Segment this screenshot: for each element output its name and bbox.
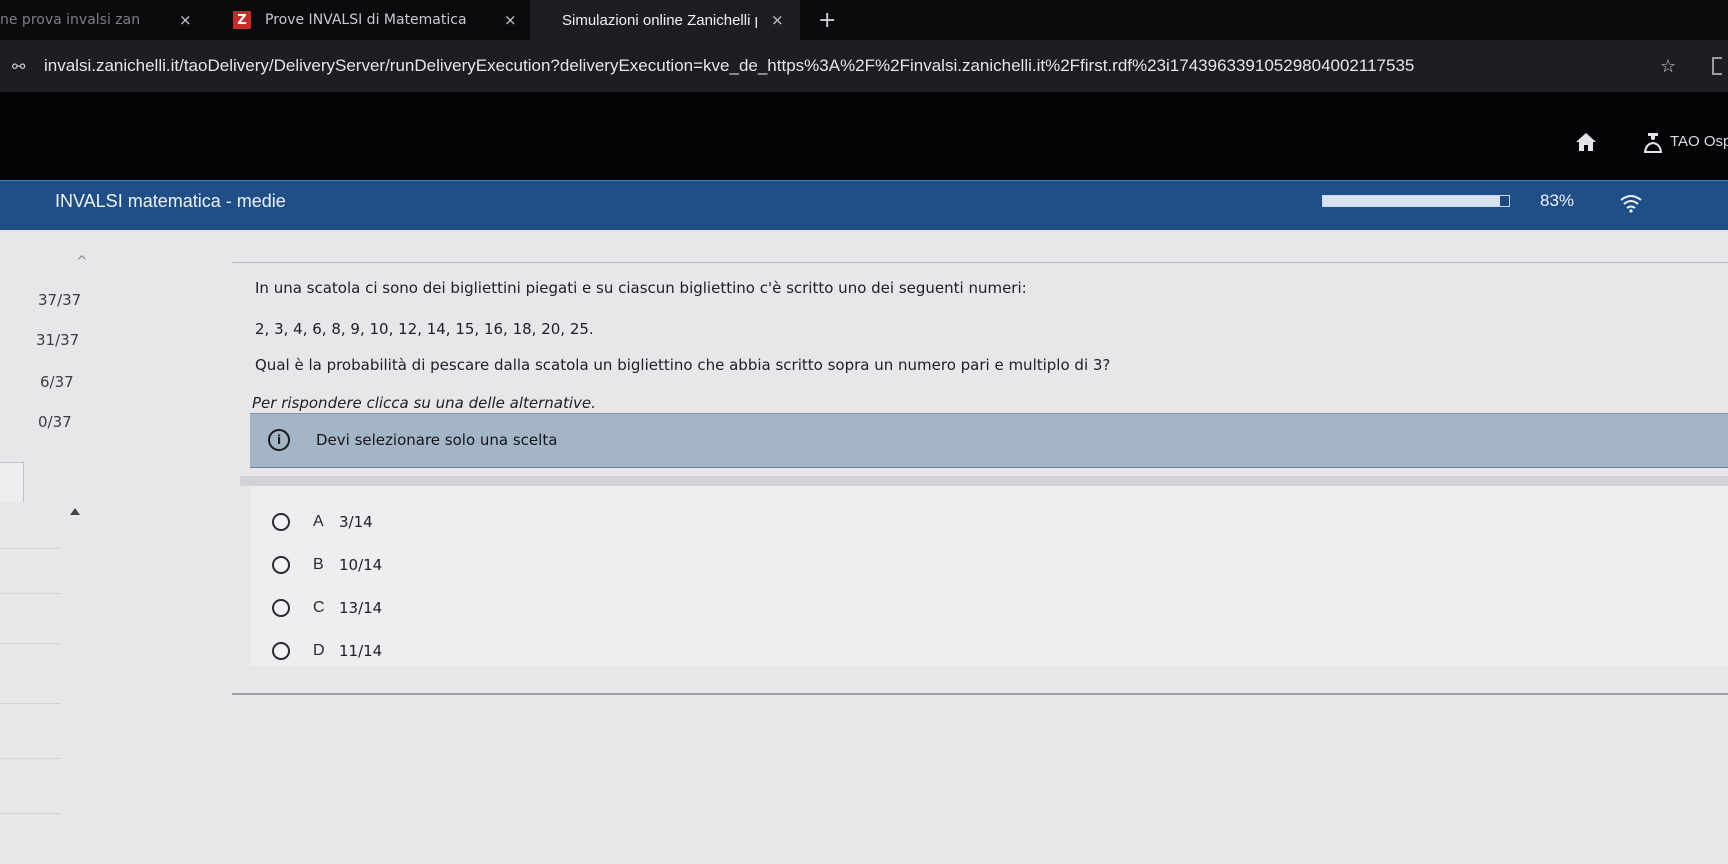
tab-title: Prove INVALSI di Matematica [265,12,467,28]
choice-letter: D [313,642,325,659]
user-name: TAO Ospi [1670,133,1728,150]
tab-close-icon[interactable]: × [179,11,192,29]
choice-d[interactable]: D 11/14 [272,638,382,664]
radio-button[interactable] [272,513,290,531]
choice-list [250,486,1728,666]
choice-label: 3/14 [339,513,373,531]
browser-tab-2[interactable]: Z Prove INVALSI di Matematica × [225,0,530,40]
choice-b[interactable]: B 10/14 [272,552,382,578]
zanichelli-favicon-icon: Z [233,11,251,29]
test-title-bar: INVALSI matematica - medie 83% [0,180,1728,230]
section-progress-item[interactable]: 31/37 [36,331,79,349]
choice-label: 10/14 [339,556,383,574]
divider [0,703,60,704]
question-intro: In una scatola ci sono dei bigliettini p… [255,279,1027,297]
divider [0,593,60,594]
collapse-triangle-icon[interactable] [70,508,80,515]
choice-a[interactable]: A 3/14 [272,509,373,535]
home-icon[interactable] [1575,132,1597,152]
new-tab-icon[interactable]: + [818,8,836,33]
choice-letter: A [313,513,324,530]
tab-title: ne prova invalsi zan [0,12,141,28]
browser-tab-active[interactable]: Simulazioni online Zanichelli p × [530,0,800,40]
tab-close-icon[interactable]: × [504,11,517,29]
info-message: Devi selezionare solo una scelta [316,431,558,449]
sidebar-toggle-icon[interactable] [1712,57,1722,75]
choice-letter: B [313,556,324,573]
section-sidebar: ^ 37/37 31/37 6/37 0/37 [0,248,112,864]
choice-label: 13/14 [339,599,383,617]
section-progress-item[interactable]: 6/37 [40,373,74,391]
user-icon[interactable] [1641,130,1665,154]
choice-label: 11/14 [339,642,383,660]
choice-letter: C [313,599,325,616]
section-progress-item[interactable]: 0/37 [38,413,72,431]
bookmark-star-icon[interactable]: ☆ [1660,56,1676,77]
site-settings-icon[interactable]: ⚯ [12,57,32,76]
progress-percent: 83% [1540,191,1575,210]
radio-button[interactable] [272,599,290,617]
divider [0,758,60,759]
chevron-up-icon[interactable]: ^ [76,254,88,270]
tab-close-icon[interactable]: × [771,11,784,29]
progress-bar-fill [1323,196,1500,206]
progress-bar [1322,195,1510,207]
answer-instruction: Per rispondere clicca su una delle alter… [252,394,596,412]
radio-button[interactable] [272,556,290,574]
divider [232,262,1728,263]
wifi-icon [1620,195,1642,213]
divider [0,548,60,549]
question-text: Qual è la probabilità di pescare dalla s… [255,356,1111,374]
browser-tab-1[interactable]: ne prova invalsi zan × [0,0,225,40]
section-progress-item[interactable]: 37/37 [38,291,81,309]
test-title: INVALSI matematica - medie [55,191,286,211]
sidebar-panel-edge [0,462,24,502]
tao-header: TAO Ospi [0,92,1728,180]
radio-button[interactable] [272,642,290,660]
divider [0,813,60,814]
info-icon: i [268,429,290,451]
info-feedback-box: i Devi selezionare solo una scelta [250,413,1728,468]
address-bar: ⚯ invalsi.zanichelli.it/taoDelivery/Deli… [0,40,1728,92]
browser-tab-strip: ne prova invalsi zan × Z Prove INVALSI d… [0,0,1728,40]
choice-c[interactable]: C 13/14 [272,595,382,621]
url-field[interactable]: invalsi.zanichelli.it/taoDelivery/Delive… [44,56,1604,76]
divider [0,643,60,644]
tab-title: Simulazioni online Zanichelli p [562,11,757,29]
number-list: 2, 3, 4, 6, 8, 9, 10, 12, 14, 15, 16, 18… [255,320,594,338]
